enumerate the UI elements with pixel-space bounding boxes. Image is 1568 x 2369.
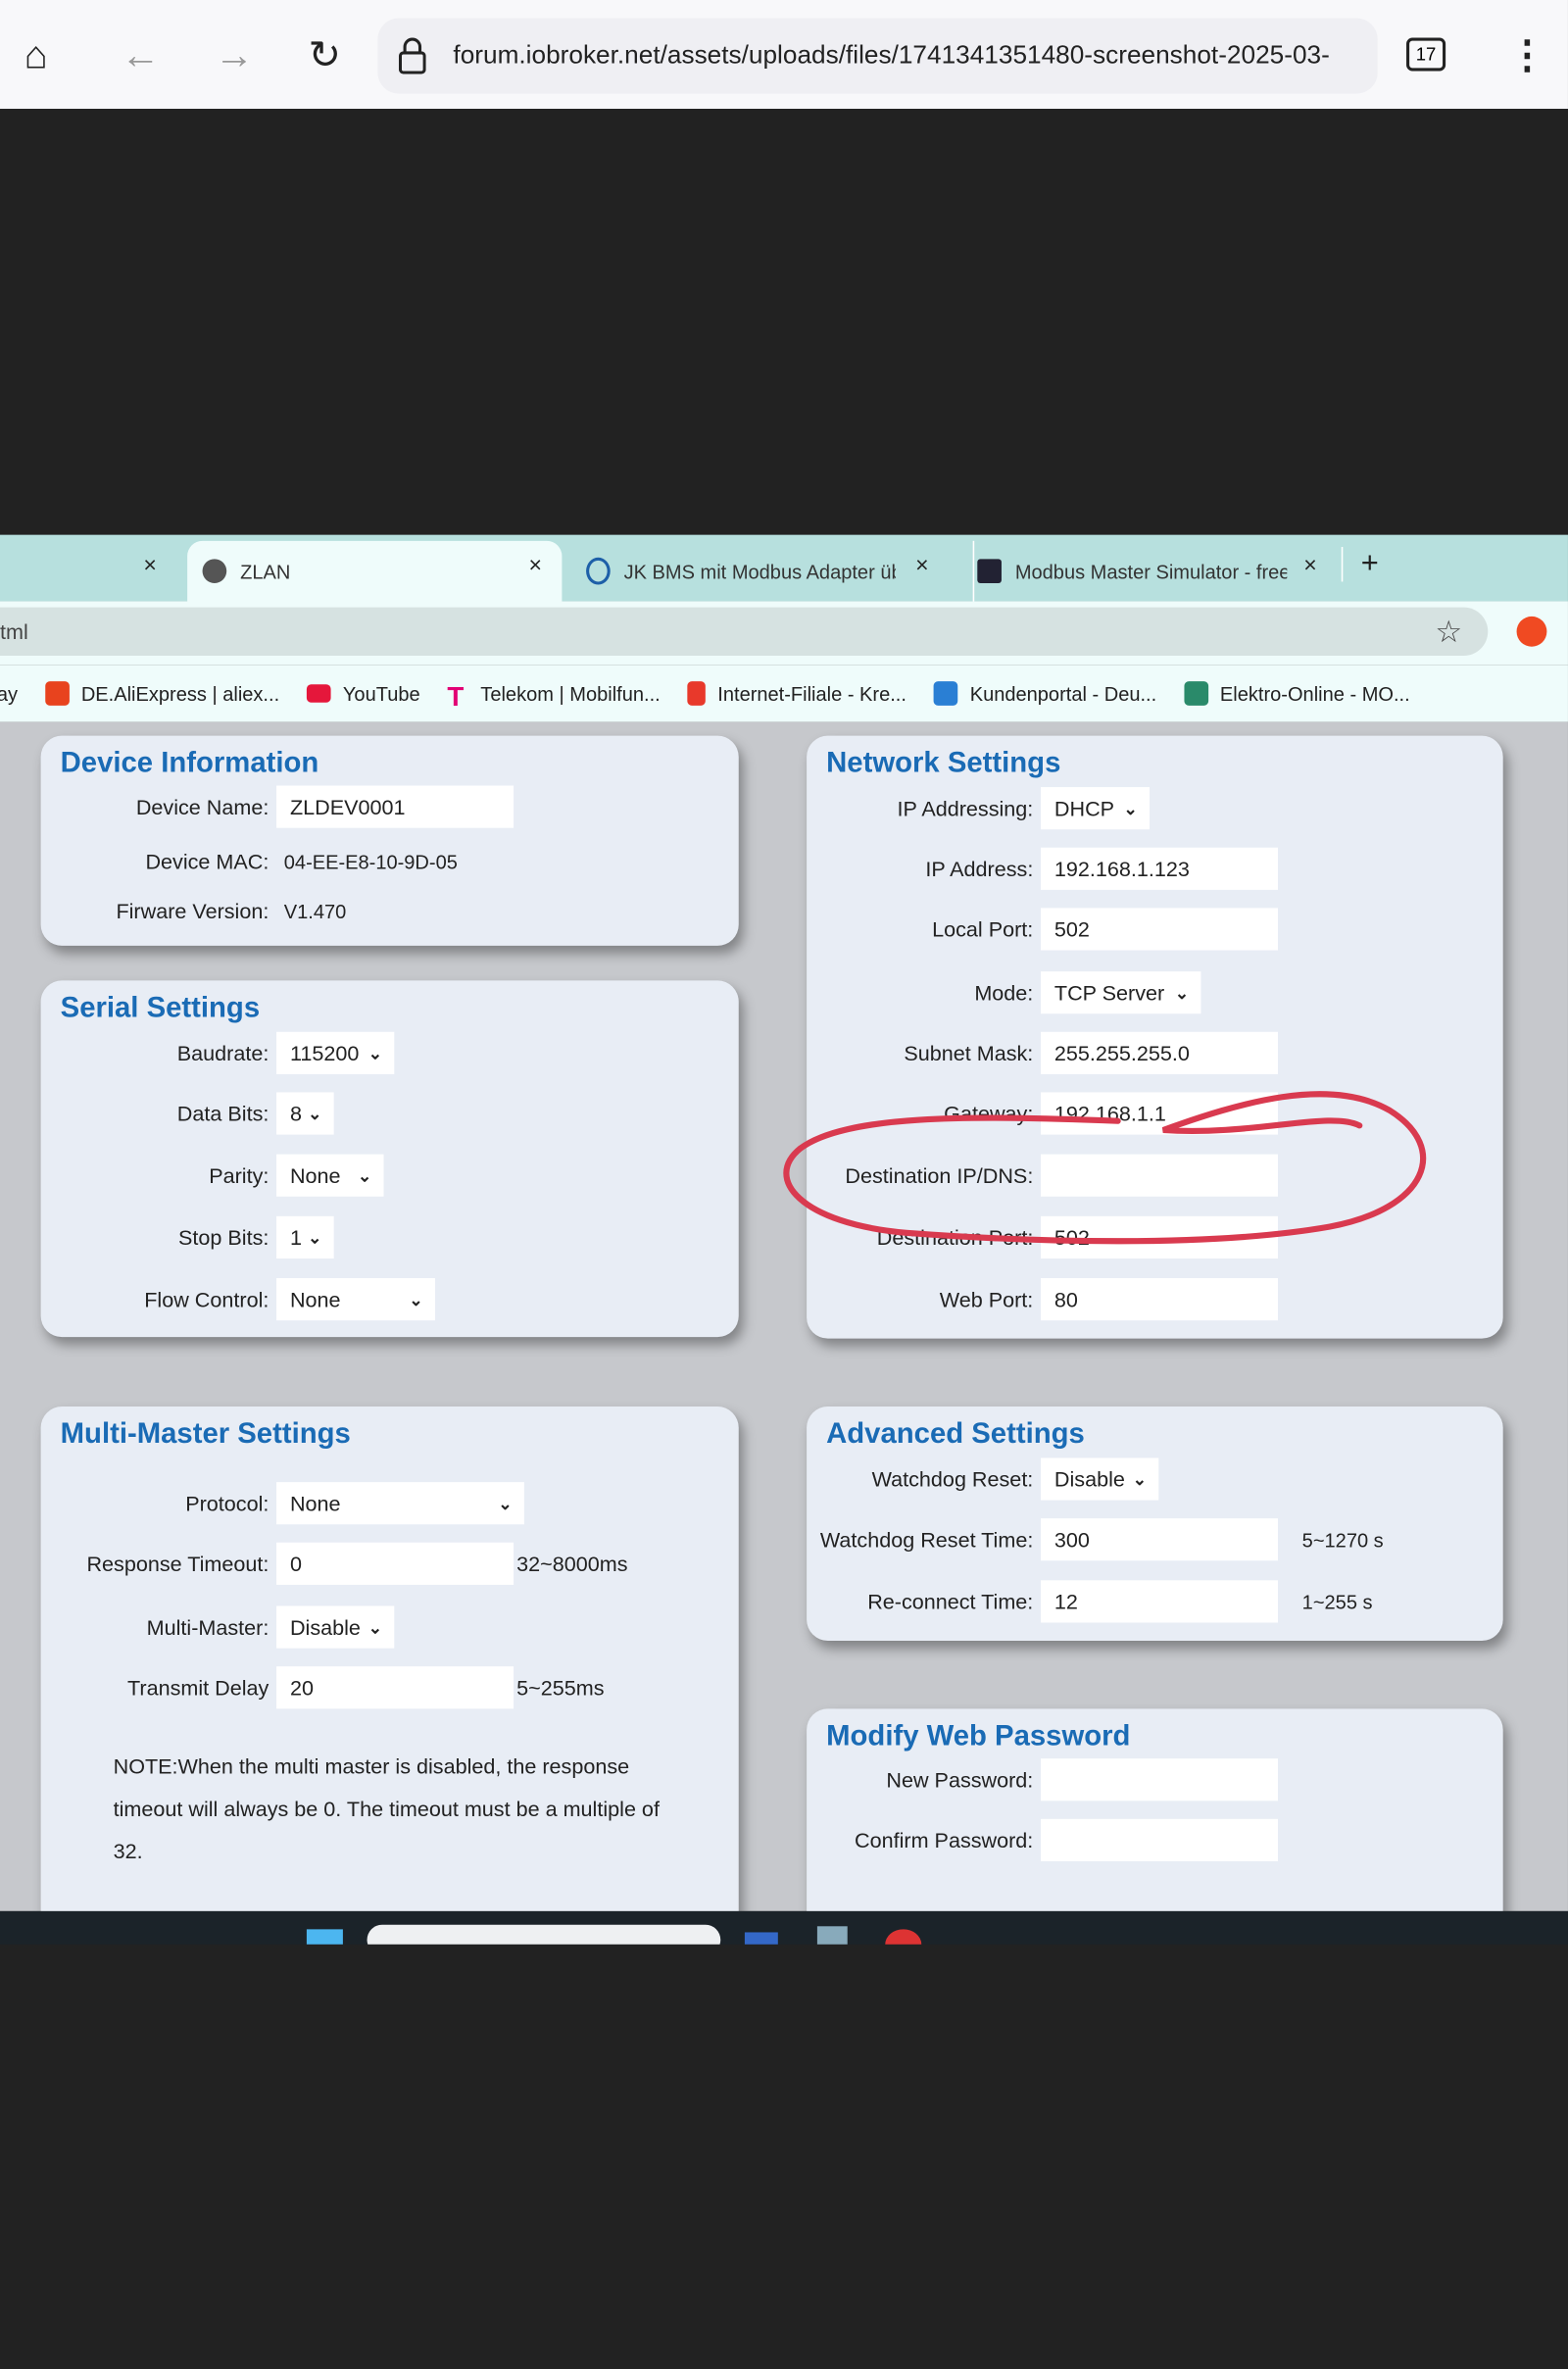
windows-taskbar [0,1910,1568,1945]
taskbar-app-icon[interactable] [744,1932,778,1945]
windows-start-icon[interactable] [306,1929,343,1945]
red-circle-annotation [783,1091,1427,1245]
chrome-icon[interactable] [885,1929,922,1945]
taskbar-search[interactable] [367,1924,721,1945]
taskbar-app-icon[interactable] [816,1926,848,1945]
